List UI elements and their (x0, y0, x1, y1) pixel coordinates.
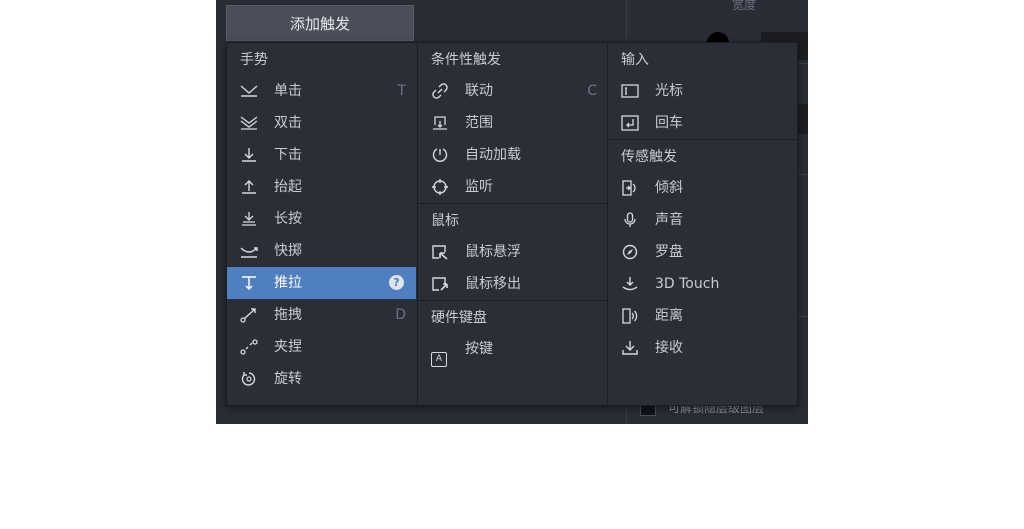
menu-item-label: 拖拽 (274, 307, 302, 323)
menu-item-label: 抬起 (274, 179, 302, 195)
menu-item-touch-down[interactable]: 下击 (227, 139, 416, 171)
return-icon (621, 115, 639, 131)
menu-item-label: 声音 (655, 212, 683, 228)
menu-item-sound[interactable]: 声音 (608, 204, 797, 236)
menu-item-double-tap[interactable]: 双击 (227, 107, 416, 139)
menu-item-label: 按键 (465, 341, 493, 357)
menu-item-label: 鼠标移出 (465, 276, 521, 292)
menu-item-label: 下击 (274, 147, 302, 163)
input-column: 输入 光标 回车 传感触发 倾斜 声音 罗盘 3D Touch 距离 接收 (607, 43, 797, 405)
menu-item-auto-load[interactable]: 自动加载 (418, 139, 607, 171)
conditional-column: 条件性触发 联动 C 范围 自动加载 监听 鼠标 鼠标悬浮 鼠标移出 硬件键盘 … (417, 43, 607, 405)
tilt-icon (621, 180, 639, 196)
shortcut-key: T (397, 83, 406, 99)
menu-item-receive[interactable]: 接收 (608, 332, 797, 364)
menu-item-pull[interactable]: 推拉 ? (227, 267, 416, 299)
double-tap-icon (240, 115, 258, 131)
menu-item-touch-up[interactable]: 抬起 (227, 171, 416, 203)
menu-item-label: 长按 (274, 211, 302, 227)
long-press-icon (240, 211, 258, 227)
menu-item-compass[interactable]: 罗盘 (608, 236, 797, 268)
menu-item-label: 监听 (465, 179, 493, 195)
menu-item-label: 联动 (465, 83, 493, 99)
menu-item-tap[interactable]: 单击 T (227, 75, 416, 107)
menu-item-long-press[interactable]: 长按 (227, 203, 416, 235)
input-section-title: 输入 (621, 52, 649, 68)
menu-item-link[interactable]: 联动 C (418, 75, 607, 107)
menu-item-rotate[interactable]: 旋转 (227, 363, 416, 395)
drag-icon (240, 307, 258, 323)
menu-item-label: 夹捏 (274, 339, 302, 355)
menu-item-flick[interactable]: 快掷 (227, 235, 416, 267)
keycap-letter: A (431, 352, 447, 367)
menu-item-label: 回车 (655, 115, 683, 131)
microphone-icon (621, 212, 639, 228)
menu-item-mouse-out[interactable]: 鼠标移出 (418, 268, 607, 300)
menu-item-label: 双击 (274, 115, 302, 131)
flick-icon (240, 243, 258, 259)
menu-item-tilt[interactable]: 倾斜 (608, 172, 797, 204)
shortcut-key: C (587, 83, 597, 99)
shortcut-key: D (395, 307, 406, 323)
menu-item-label: 范围 (465, 115, 493, 131)
rotate-icon (240, 371, 258, 387)
trigger-dropdown-menu: 手势 单击 T 双击 下击 抬起 长按 快掷 推拉 ? 拖拽 D 夹捏 旋转 条… (226, 42, 798, 406)
menu-item-label: 光标 (655, 83, 683, 99)
menu-item-3d-touch[interactable]: 3D Touch (608, 268, 797, 300)
menu-item-cursor[interactable]: 光标 (608, 75, 797, 107)
menu-item-label: 旋转 (274, 371, 302, 387)
gestures-section-title: 手势 (240, 52, 268, 68)
pull-icon (240, 275, 258, 291)
menu-item-label: 快掷 (274, 243, 302, 259)
menu-item-label: 接收 (655, 340, 683, 356)
menu-item-label: 自动加载 (465, 147, 521, 163)
mouse-section-title: 鼠标 (431, 213, 459, 229)
mouse-hover-icon (431, 244, 449, 260)
help-icon[interactable]: ? (389, 275, 404, 290)
receive-icon (621, 340, 639, 356)
menu-item-range[interactable]: 范围 (418, 107, 607, 139)
menu-item-label: 倾斜 (655, 180, 683, 196)
menu-item-label: 罗盘 (655, 244, 683, 260)
menu-item-return[interactable]: 回车 (608, 107, 797, 139)
conditional-section-title: 条件性触发 (431, 52, 501, 68)
menu-item-key[interactable]: A 按键 (418, 333, 607, 367)
menu-item-listen[interactable]: 监听 (418, 171, 607, 203)
tap-icon (240, 83, 258, 99)
menu-item-label: 单击 (274, 83, 302, 99)
menu-item-label: 距离 (655, 308, 683, 324)
menu-item-proximity[interactable]: 距离 (608, 300, 797, 332)
3d-touch-icon (621, 276, 639, 292)
menu-item-label: 鼠标悬浮 (465, 244, 521, 260)
touch-down-icon (240, 147, 258, 163)
range-icon (431, 115, 449, 131)
key-icon: A (431, 341, 449, 367)
add-trigger-button[interactable]: 添加触发 (226, 5, 414, 41)
width-label: 宽度 (732, 0, 757, 12)
gestures-column: 手势 单击 T 双击 下击 抬起 长按 快掷 推拉 ? 拖拽 D 夹捏 旋转 (227, 43, 416, 405)
listen-icon (431, 179, 449, 195)
proximity-icon (621, 308, 639, 324)
compass-icon (621, 244, 639, 260)
link-icon (431, 83, 449, 99)
touch-up-icon (240, 179, 258, 195)
menu-item-label: 3D Touch (655, 276, 720, 292)
auto-load-icon (431, 147, 449, 163)
pinch-icon (240, 339, 258, 355)
menu-item-pinch[interactable]: 夹捏 (227, 331, 416, 363)
sensor-section-title: 传感触发 (621, 149, 677, 165)
keyboard-section-title: 硬件键盘 (431, 310, 487, 326)
menu-item-mouse-hover[interactable]: 鼠标悬浮 (418, 236, 607, 268)
menu-item-label: 推拉 (274, 275, 302, 291)
mouse-out-icon (431, 276, 449, 292)
cursor-icon (621, 83, 639, 99)
menu-item-drag[interactable]: 拖拽 D (227, 299, 416, 331)
